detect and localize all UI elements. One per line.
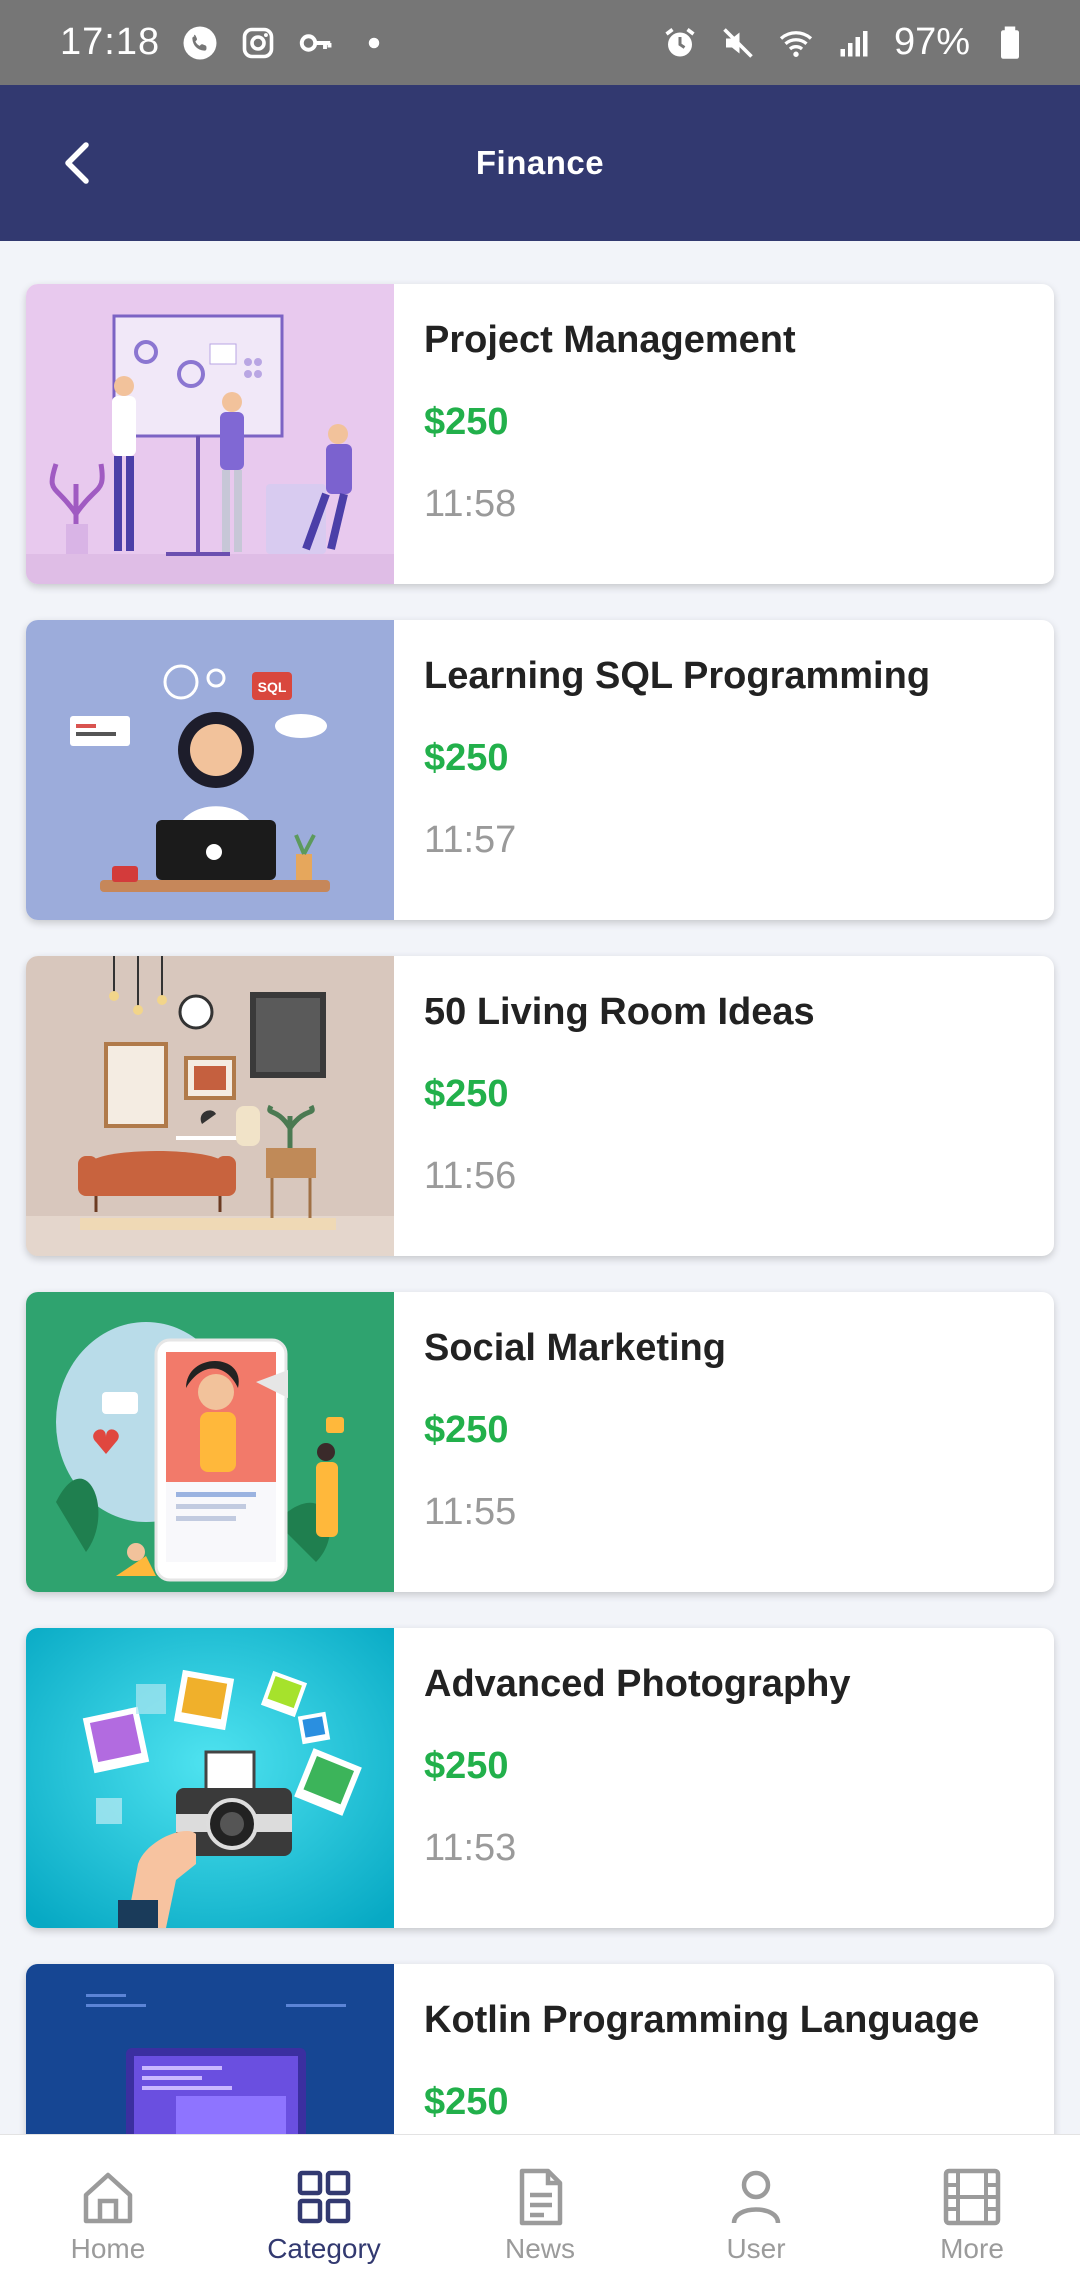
course-title: Social Marketing (424, 1327, 726, 1369)
course-card-body: Social Marketing $250 11:55 (394, 1292, 726, 1592)
course-title: Advanced Photography (424, 1663, 851, 1705)
kotlin-illustration (26, 1964, 394, 2134)
signal-icon (836, 25, 872, 61)
project-management-illustration (26, 284, 394, 584)
course-time: 11:53 (424, 1827, 517, 1869)
nav-label-category: Category (267, 2233, 381, 2264)
battery-icon (992, 25, 1028, 61)
nav-label-more: More (940, 2233, 1004, 2264)
course-price: $250 (424, 737, 509, 779)
course-time: 11:58 (424, 483, 517, 525)
nav-item-category[interactable]: Category (216, 2135, 432, 2280)
course-card-body: Kotlin Programming Language $250 (394, 1964, 979, 2134)
phone-icon (182, 25, 218, 61)
course-title: 50 Living Room Ideas (424, 991, 815, 1033)
course-price: $250 (424, 1073, 509, 1115)
user-icon (731, 2170, 781, 2224)
course-title: Project Management (424, 319, 796, 361)
chevron-left-icon (65, 142, 89, 184)
nav-label-user: User (726, 2233, 786, 2264)
page-title: Finance (475, 144, 605, 181)
back-button[interactable] (40, 123, 112, 203)
photography-illustration (26, 1628, 394, 1928)
social-marketing-illustration (26, 1292, 394, 1592)
status-bar: 17:18 97% (0, 0, 1080, 85)
nav-label-home: Home (70, 2233, 146, 2264)
grid-icon (297, 2170, 351, 2224)
course-price: $250 (424, 1409, 509, 1451)
course-price: $250 (424, 2081, 509, 2123)
course-time: 11:57 (424, 819, 517, 861)
key-icon (298, 25, 334, 61)
wifi-icon (778, 25, 814, 61)
course-card-50-living-room-ideas[interactable]: 50 Living Room Ideas $250 11:56 (26, 956, 1054, 1256)
course-card-learning-sql-programming[interactable]: SQL Learning SQL Programming $250 11:57 (26, 620, 1054, 920)
battery-percentage: 97% (893, 21, 970, 63)
status-time: 17:18 (60, 21, 161, 63)
app-bar: Finance (0, 85, 1080, 241)
sql-programming-illustration: SQL (26, 620, 394, 920)
home-icon (83, 2172, 133, 2224)
course-card-body: Project Management $250 11:58 (394, 284, 796, 584)
course-card-kotlin-programming-language[interactable]: Kotlin Programming Language $250 (26, 1964, 1054, 2134)
status-right: 97% (662, 21, 1028, 64)
nav-item-more[interactable]: More (864, 2135, 1080, 2280)
status-left: 17:18 (60, 21, 392, 64)
course-card-social-marketing[interactable]: Social Marketing $250 11:55 (26, 1292, 1054, 1592)
alarm-icon (662, 25, 698, 61)
course-price: $250 (424, 1745, 509, 1787)
course-title: Learning SQL Programming (424, 655, 931, 697)
instagram-icon (240, 25, 276, 61)
dot-icon (356, 25, 392, 61)
course-time: 11:55 (424, 1491, 517, 1533)
bottom-navigation: Home Category News User More (0, 2134, 1080, 2280)
course-price: $250 (424, 401, 509, 443)
course-list[interactable]: Project Management $250 11:58 SQL Learni… (0, 241, 1080, 2134)
course-time: 11:56 (424, 1155, 517, 1197)
document-icon (519, 2168, 563, 2226)
course-title: Kotlin Programming Language (424, 1999, 980, 2041)
film-icon (943, 2168, 1001, 2226)
living-room-illustration (26, 956, 394, 1256)
nav-item-home[interactable]: Home (0, 2135, 216, 2280)
course-card-body: Learning SQL Programming $250 11:57 (394, 620, 930, 920)
course-card-body: Advanced Photography $250 11:53 (394, 1628, 851, 1928)
course-card-project-management[interactable]: Project Management $250 11:58 (26, 284, 1054, 584)
nav-item-user[interactable]: User (648, 2135, 864, 2280)
course-card-body: 50 Living Room Ideas $250 11:56 (394, 956, 815, 1256)
nav-label-news: News (504, 2233, 575, 2264)
svg-text:SQL: SQL (258, 679, 287, 695)
course-card-advanced-photography[interactable]: Advanced Photography $250 11:53 (26, 1628, 1054, 1928)
mute-icon (720, 25, 756, 61)
nav-item-news[interactable]: News (432, 2135, 648, 2280)
